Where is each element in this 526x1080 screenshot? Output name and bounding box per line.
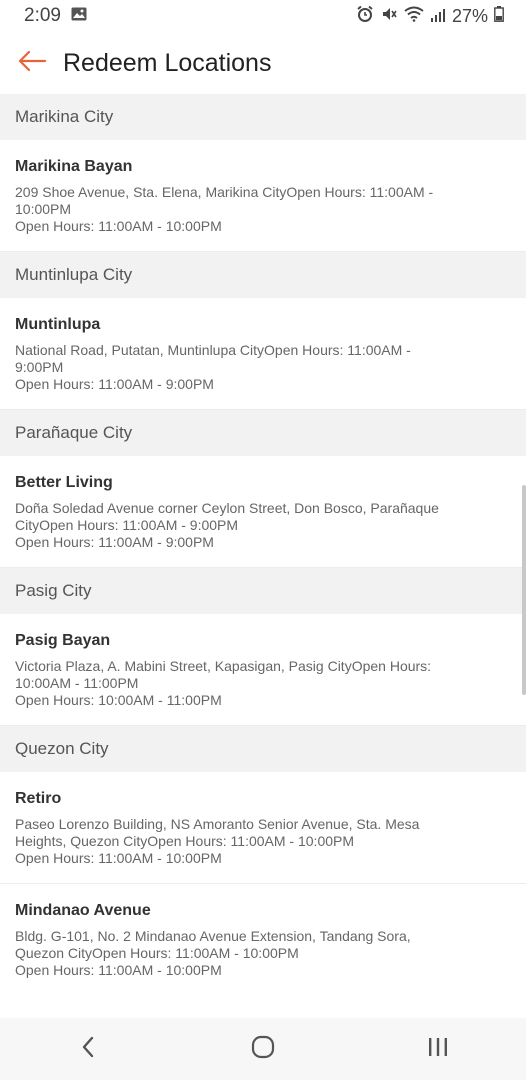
- status-bar: 2:09 27%: [0, 0, 526, 32]
- location-name: Retiro: [15, 790, 62, 807]
- location-address: Victoria Plaza, A. Mabini Street, Kapasi…: [15, 658, 432, 691]
- recents-bars-icon: [427, 1037, 449, 1062]
- location-hours: Open Hours: 11:00AM - 10:00PM: [15, 962, 222, 978]
- signal-icon: [430, 6, 446, 27]
- battery-percent: 27%: [451, 5, 488, 26]
- gallery-icon: [71, 7, 87, 26]
- home-circle-icon: [251, 1035, 275, 1064]
- location-name: Marikina Bayan: [15, 158, 133, 175]
- location-name: Pasig Bayan: [15, 632, 111, 649]
- location-name: Mindanao Avenue: [15, 902, 151, 919]
- location-hours: Open Hours: 11:00AM - 10:00PM: [15, 218, 222, 234]
- location-hours: Open Hours: 11:00AM - 9:00PM: [15, 534, 214, 550]
- location-item-muntinlupa[interactable]: Muntinlupa National Road, Putatan, Munti…: [0, 298, 526, 410]
- location-item-pasig-bayan[interactable]: Pasig Bayan Victoria Plaza, A. Mabini St…: [0, 614, 526, 726]
- nav-back-button[interactable]: [58, 1029, 118, 1069]
- section-header-muntinlupa: Muntinlupa City: [0, 252, 526, 298]
- section-header-pasig: Pasig City: [0, 568, 526, 614]
- locations-list[interactable]: Marikina City Marikina Bayan 209 Shoe Av…: [0, 94, 526, 1018]
- alarm-icon: [356, 5, 374, 28]
- back-button[interactable]: [14, 45, 50, 81]
- location-hours: Open Hours: 11:00AM - 10:00PM: [15, 850, 222, 866]
- section-header-paranaque: Parañaque City: [0, 410, 526, 456]
- section-header-marikina: Marikina City: [0, 94, 526, 140]
- location-address: Paseo Lorenzo Building, NS Amoranto Seni…: [15, 816, 420, 849]
- location-address: 209 Shoe Avenue, Sta. Elena, Marikina Ci…: [15, 184, 434, 217]
- nav-home-button[interactable]: [233, 1029, 293, 1069]
- arrow-left-icon: [17, 50, 47, 77]
- location-address: National Road, Putatan, Muntinlupa CityO…: [15, 342, 411, 375]
- page-title: Redeem Locations: [63, 48, 272, 77]
- location-name: Muntinlupa: [15, 316, 101, 333]
- location-item-marikina-bayan[interactable]: Marikina Bayan 209 Shoe Avenue, Sta. Ele…: [0, 140, 526, 252]
- location-hours: Open Hours: 10:00AM - 11:00PM: [15, 692, 222, 708]
- scrollbar[interactable]: [522, 485, 526, 695]
- location-hours: Open Hours: 11:00AM - 9:00PM: [15, 376, 214, 392]
- wifi-icon: [404, 6, 424, 27]
- app-bar: Redeem Locations: [0, 32, 526, 94]
- location-item-better-living[interactable]: Better Living Doña Soledad Avenue corner…: [0, 456, 526, 568]
- location-item-mindanao-avenue[interactable]: Mindanao Avenue Bldg. G-101, No. 2 Minda…: [0, 884, 526, 995]
- mute-icon: [380, 5, 398, 28]
- location-address: Bldg. G-101, No. 2 Mindanao Avenue Exten…: [15, 928, 411, 961]
- section-header-quezon: Quezon City: [0, 726, 526, 772]
- system-nav-bar: [0, 1018, 526, 1080]
- chevron-left-icon: [81, 1036, 95, 1063]
- location-name: Better Living: [15, 474, 113, 491]
- battery-icon: [494, 5, 504, 27]
- location-address: Doña Soledad Avenue corner Ceylon Street…: [15, 500, 439, 533]
- location-item-retiro[interactable]: Retiro Paseo Lorenzo Building, NS Amoran…: [0, 772, 526, 884]
- nav-recents-button[interactable]: [408, 1029, 468, 1069]
- status-time: 2:09: [24, 5, 61, 26]
